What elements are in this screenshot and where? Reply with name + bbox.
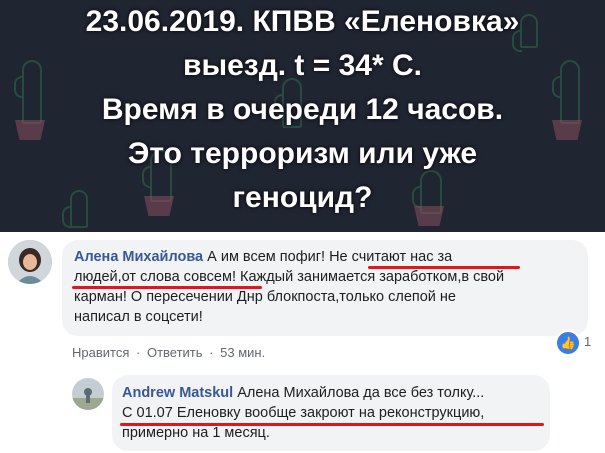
highlight-underline-1 <box>368 266 520 269</box>
highlight-underline-3 <box>120 423 544 426</box>
reply-avatar[interactable] <box>72 378 104 410</box>
thumbs-up-icon[interactable]: 👍 <box>555 330 581 356</box>
like-count: 1 <box>584 334 592 349</box>
profile-photo-icon <box>72 378 104 410</box>
separator-dot: · <box>209 345 214 360</box>
comment-actions: Нравится · Ответить · 53 мин. <box>72 345 268 360</box>
comment-line-4: написал в соцсети! <box>74 309 203 325</box>
reply-text: Andrew Matskul Алена Михайлова да все бе… <box>122 383 552 443</box>
like-link[interactable]: Нравится <box>72 345 129 360</box>
reply-line-3: примерно на 1 месяц. <box>122 425 270 441</box>
reply-line-1: Алена Михайлова да все без толку... <box>233 385 485 401</box>
comment-line-1: А им всем пофиг! Не считают нас за <box>203 249 453 265</box>
headline-line-3: Время в очереди 12 часов. <box>101 93 504 126</box>
comment-author-link[interactable]: Алена Михайлова <box>74 249 203 265</box>
comment-timestamp[interactable]: 53 мин. <box>220 345 265 360</box>
headline-text: 23.06.2019. КПВВ «Еленовка» выезд. t = 3… <box>0 0 605 220</box>
comment-line-3: карман! О пересечении Днр блокпоста,толь… <box>74 289 456 305</box>
headline-line-1: 23.06.2019. КПВВ «Еленовка» <box>85 5 520 38</box>
headline-line-2: выезд. t = 34* С. <box>183 49 422 82</box>
avatar[interactable] <box>8 240 52 284</box>
reply-author-link[interactable]: Andrew Matskul <box>122 385 233 401</box>
highlight-underline-2 <box>72 286 262 289</box>
profile-photo-icon <box>8 240 52 284</box>
reply-link[interactable]: Ответить <box>147 345 203 360</box>
headline-line-5: геноцид? <box>232 181 373 214</box>
header-banner: 23.06.2019. КПВВ «Еленовка» выезд. t = 3… <box>0 0 605 232</box>
headline-line-4: Это терроризм или уже <box>128 137 477 170</box>
reply-line-2: С 01.07 Еленовку вообще закроют на рекон… <box>122 405 485 421</box>
separator-dot: · <box>136 345 141 360</box>
comment-line-2: людей,от слова совсем! Каждый занимается… <box>74 269 505 285</box>
